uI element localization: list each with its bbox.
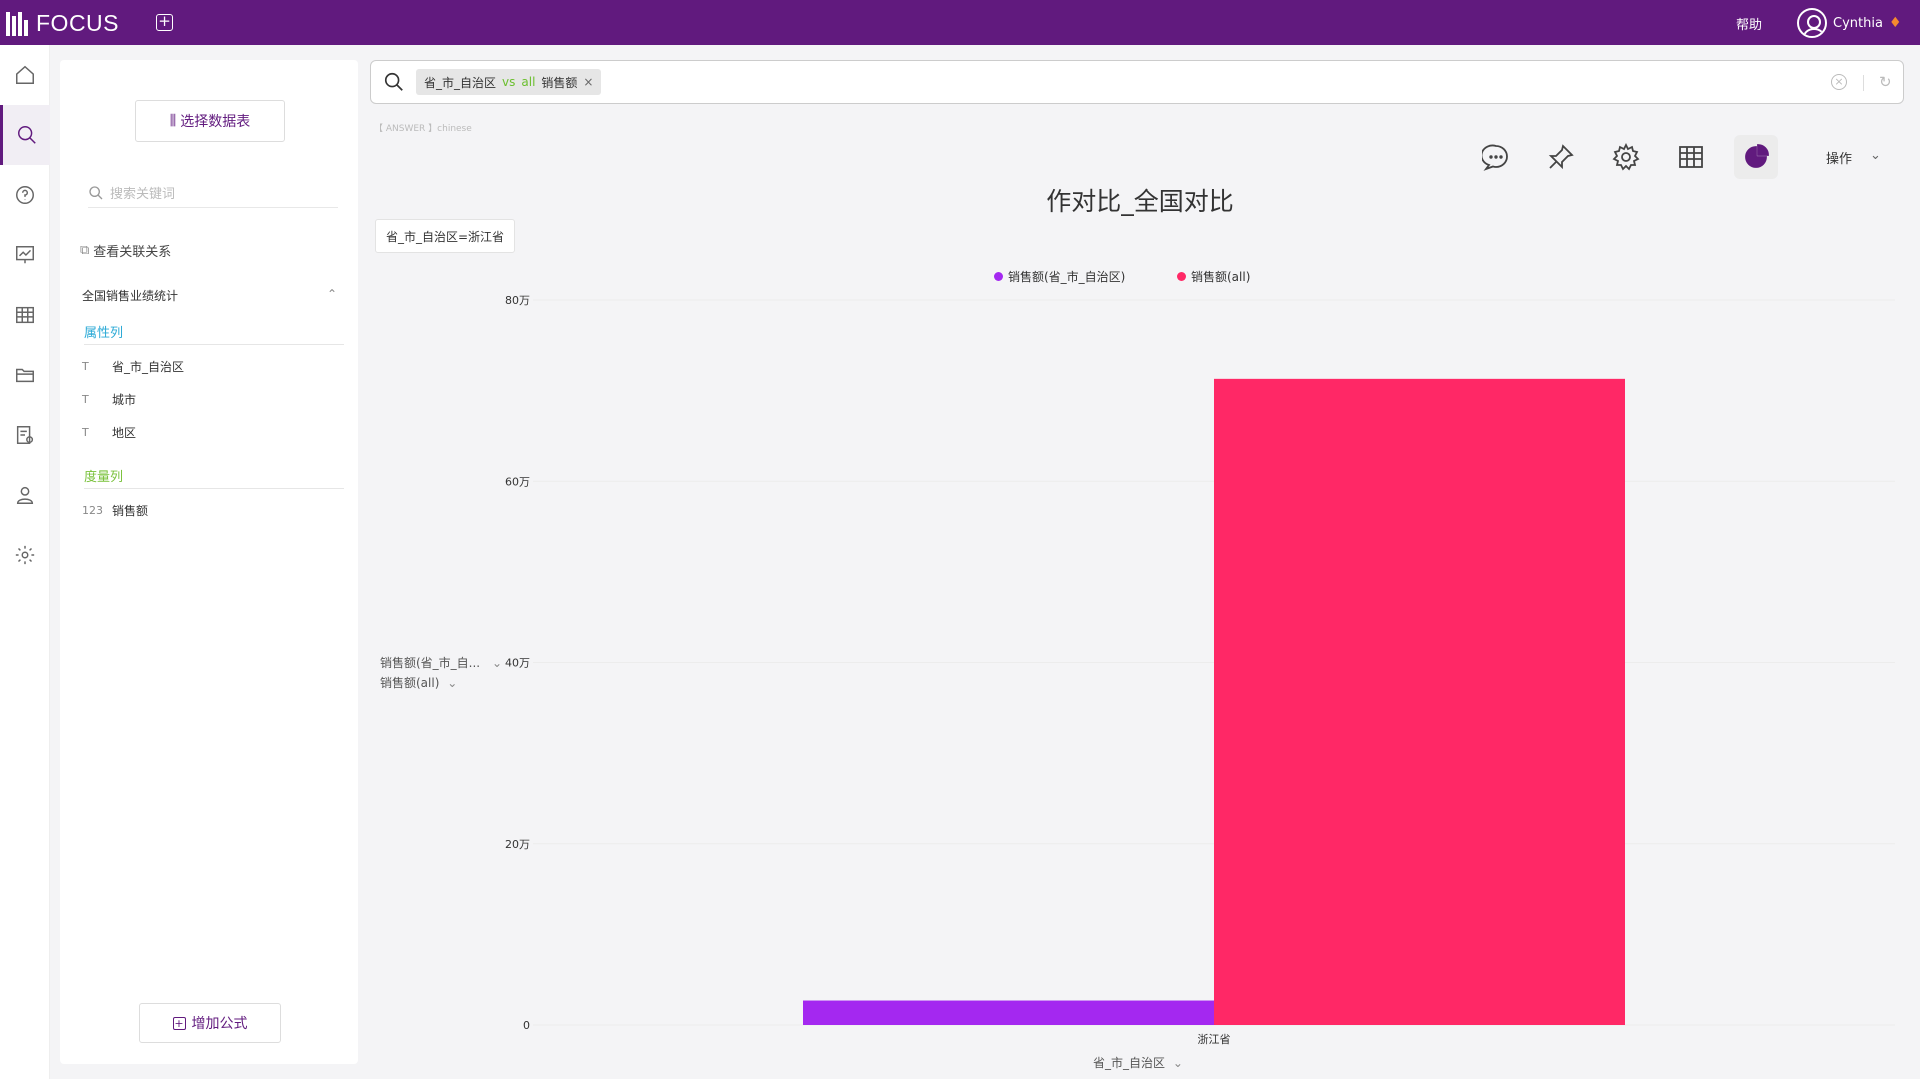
number-type-icon: 123 <box>82 504 103 517</box>
keyword-search-placeholder: 搜索关键词 <box>110 187 176 202</box>
column-item[interactable]: T 城市 <box>82 391 136 408</box>
search-icon <box>89 185 103 199</box>
vip-gem-icon: ♦ <box>1888 15 1902 31</box>
token-all: all <box>521 75 536 89</box>
user-name: Cynthia <box>1833 15 1883 31</box>
add-formula-label: 增加公式 <box>191 1016 248 1032</box>
y-tick-label: 60万 <box>505 475 530 488</box>
select-table-button[interactable]: ⫼ 选择数据表 <box>135 100 285 142</box>
column-item[interactable]: T 地区 <box>82 424 136 441</box>
bar-chart-icon: ⫼ <box>169 113 177 129</box>
search-token[interactable]: 省_市_自治区 vs all 销售额 × <box>416 69 602 95</box>
text-type-icon: T <box>82 393 89 406</box>
column-name: 地区 <box>112 426 137 440</box>
column-item[interactable]: T 省_市_自治区 <box>82 358 184 375</box>
add-formula-button[interactable]: + 增加公式 <box>139 1003 281 1043</box>
logo-icon <box>6 11 30 36</box>
y-tick-label: 80万 <box>505 294 530 307</box>
view-relations-label: 查看关联关系 <box>93 245 172 260</box>
table-view-icon[interactable] <box>1669 135 1713 179</box>
x-axis-label: 省_市_自治区 <box>1093 1056 1166 1070</box>
bar-chart: 0 20万 40万 60万 80万浙江省 <box>505 294 1895 1046</box>
y-tick-label: 0 <box>523 1019 530 1032</box>
operations-label: 操作 <box>1826 152 1853 167</box>
view-relations-link[interactable]: ⧉ 查看关联关系 <box>80 241 171 260</box>
column-name: 销售额 <box>112 504 149 518</box>
select-table-label: 选择数据表 <box>180 114 251 130</box>
column-name: 省_市_自治区 <box>112 360 185 374</box>
comment-icon[interactable] <box>1474 135 1518 179</box>
search-icon <box>384 72 403 91</box>
token-column: 省_市_自治区 <box>424 75 497 90</box>
column-name: 城市 <box>112 393 137 407</box>
y-tick-label: 40万 <box>505 657 530 670</box>
text-type-icon: T <box>82 426 89 439</box>
close-icon[interactable]: × <box>583 75 593 89</box>
answer-tag: 【 ANSWER 】chinese <box>374 124 472 134</box>
gear-icon[interactable] <box>0 525 50 585</box>
token-vs: vs <box>502 75 516 89</box>
table-icon[interactable] <box>0 285 50 345</box>
top-bar: FOCUS + 帮助 Cynthia ♦ <box>0 0 1920 45</box>
chart-type-icon[interactable] <box>1734 135 1778 179</box>
nav-rail <box>0 45 50 1079</box>
bar[interactable] <box>803 1000 1214 1025</box>
add-tab-icon[interactable]: + <box>156 14 173 31</box>
attribute-columns-label: 属性列 <box>84 322 344 345</box>
relation-icon: ⧉ <box>80 243 90 258</box>
dashboard-icon[interactable] <box>0 225 50 285</box>
help-link[interactable]: 帮助 <box>1736 14 1762 33</box>
column-item[interactable]: 123 销售额 <box>82 502 148 519</box>
search-bar[interactable]: 省_市_自治区 vs all 销售额 × × ↻ <box>370 60 1904 104</box>
dataset-name: 全国销售业绩统计 <box>82 289 179 303</box>
report-settings-icon[interactable] <box>0 405 50 465</box>
divider <box>1863 75 1864 91</box>
avatar <box>1797 8 1827 38</box>
token-measure: 销售额 <box>541 75 578 90</box>
measure-columns-label: 度量列 <box>84 466 344 489</box>
logo-text: FOCUS <box>36 10 119 36</box>
home-icon[interactable] <box>0 45 50 105</box>
user-menu[interactable]: Cynthia ♦ <box>1797 8 1902 38</box>
data-source-panel: ⫼ 选择数据表 搜索关键词 ⧉ 查看关联关系 全国销售业绩统计 ⌃ 属性列 T … <box>60 60 358 1064</box>
folder-icon[interactable] <box>0 345 50 405</box>
chart-title: 作对比_全国对比 <box>1046 187 1234 216</box>
plus-square-icon: + <box>172 1016 186 1030</box>
keyword-search-input[interactable]: 搜索关键词 <box>88 178 338 208</box>
focus-logo[interactable]: FOCUS <box>6 10 119 37</box>
chevron-down-icon: ⌄ <box>1172 1056 1183 1070</box>
clear-search-icon[interactable]: × <box>1831 74 1847 90</box>
pin-icon[interactable] <box>1539 135 1583 179</box>
text-type-icon: T <box>82 360 89 373</box>
dataset-header[interactable]: 全国销售业绩统计 ⌃ <box>82 287 337 304</box>
y-tick-label: 20万 <box>505 838 530 851</box>
x-tick-label: 浙江省 <box>1198 1033 1231 1046</box>
question-icon[interactable] <box>0 165 50 225</box>
chevron-down-icon: ⌄ <box>1870 148 1881 163</box>
x-axis-picker[interactable]: 省_市_自治区 ⌄ <box>1093 1054 1183 1071</box>
gear-icon[interactable] <box>1604 135 1648 179</box>
user-icon[interactable] <box>0 465 50 525</box>
chevron-up-icon[interactable]: ⌃ <box>327 287 337 304</box>
refresh-icon[interactable]: ↻ <box>1879 73 1892 91</box>
filter-chip[interactable]: 省_市_自治区=浙江省 <box>375 219 516 253</box>
search-nav-icon[interactable] <box>0 105 50 165</box>
operations-dropdown[interactable]: 操作 ⌄ <box>1826 148 1881 167</box>
bar[interactable] <box>1214 378 1625 1025</box>
